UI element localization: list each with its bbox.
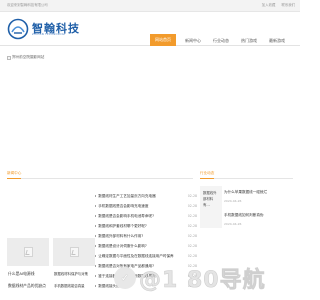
news-section-header: 新闻中心 — [7, 170, 193, 179]
watermark-text: @1 80导航 — [139, 268, 266, 294]
site-logo[interactable]: 智翰科技 ZHIHAN TECHNOLOGY — [7, 18, 97, 40]
bullet-icon — [95, 285, 97, 287]
site-header: 智翰科技 ZHIHAN TECHNOLOGY 网站首页 新闻中心 行业动态 热门… — [0, 12, 300, 46]
bullet-icon — [95, 235, 97, 237]
news-item-date: 02-28 — [187, 194, 197, 198]
banner-image[interactable]: 郑州前空院摄影网站 — [7, 55, 44, 60]
industry-item-title[interactable]: 手机数据线如何判断真伪 — [224, 213, 264, 218]
news-thumb-caption-2[interactable]: 数据线材产品的优缺点 — [8, 283, 46, 289]
industry-item-date: 2024-04-26 — [224, 199, 242, 203]
top-bar: 欢迎来到智翰科技有限公司 加入收藏 联系我们 — [0, 0, 300, 12]
bullet-icon — [95, 205, 97, 207]
news-list-item[interactable]: 数据线和护套线材哪个更好呢? 02-28 — [94, 221, 197, 231]
nav-home[interactable]: 网站首页 — [150, 34, 176, 46]
news-thumb-2[interactable] — [53, 238, 95, 266]
news-item-date: 02-28 — [187, 254, 197, 258]
news-item-title: 数据线是否会影响手机电池寿命呢? — [98, 213, 155, 218]
news-list-item[interactable]: 数据线外部材料有什么作用? 02-28 — [94, 231, 197, 241]
news-item-date: 02-28 — [187, 214, 197, 218]
bullet-icon — [95, 225, 97, 227]
logo-subtext: ZHIHAN TECHNOLOGY — [32, 33, 66, 36]
news-item-title: 数据线外部材料有什么作用? — [98, 233, 144, 238]
bullet-icon — [95, 245, 97, 247]
nav-hot-games[interactable]: 热门游戏 — [236, 24, 262, 57]
watermark-logo-icon: ✓ — [114, 267, 136, 289]
image-placeholder-icon — [23, 247, 33, 257]
news-item-title: 手机数据线是否会影响充电速度 — [98, 203, 149, 208]
news-item-date: 02-28 — [187, 224, 197, 228]
news-item-date: 02-28 — [187, 234, 197, 238]
news-item-title: 数据线和护套线材哪个更好呢? — [98, 223, 147, 228]
news-list-item[interactable]: 让确定数据与平面性及在数据线连接用户时保养 02-28 — [94, 251, 197, 261]
top-links: 加入收藏 联系我们 — [257, 2, 295, 7]
bullet-icon — [95, 265, 97, 267]
industry-item-title[interactable]: 为什么苹果数据线一碰就烂 — [224, 190, 267, 195]
news-thumb-caption-1[interactable]: 什么是AI电源线 — [8, 271, 35, 277]
news-item-title: 数据线材生产工艺加量页方向充电器 — [98, 193, 156, 198]
news-list-item[interactable]: 手机数据线是否会影响充电速度 02-28 — [94, 201, 197, 211]
nav-news[interactable]: 新闻中心 — [180, 24, 206, 57]
nav-industry[interactable]: 行业动态 — [208, 24, 234, 57]
bullet-icon — [95, 275, 97, 277]
nav-new-games[interactable]: 最新游戏 — [264, 24, 290, 57]
logo-mark-icon — [7, 18, 29, 40]
bullet-icon — [95, 255, 97, 257]
welcome-text: 欢迎来到智翰科技有限公司 — [7, 3, 48, 7]
industry-item-date: 2024-04-26 — [224, 222, 242, 226]
news-list-item[interactable]: 数据线是否会影响手机电池寿命呢? 02-28 — [94, 211, 197, 221]
news-item-date: 02-28 — [187, 204, 197, 208]
bullet-icon — [95, 195, 97, 197]
banner-alt-text: 郑州前空院摄影网站 — [12, 55, 45, 59]
broken-image-icon — [7, 55, 11, 60]
industry-section-title[interactable]: 行业动态 — [200, 171, 215, 179]
news-thumb-1[interactable] — [7, 238, 49, 266]
news-item-date: 02-28 — [187, 244, 197, 248]
industry-section-header: 行业动态 — [200, 170, 293, 179]
news-list-item[interactable]: 数据线材生产工艺加量页方向充电器 02-28 — [94, 191, 197, 201]
industry-feature-text[interactable]: 数据线外部材料有… — [203, 190, 217, 208]
news-item-title: 数据线是设计对伺服什么影响? — [98, 243, 147, 248]
news-section-title[interactable]: 新闻中心 — [7, 171, 22, 179]
news-small-item-1[interactable]: 数据线材料保护与对策 — [54, 271, 88, 276]
image-placeholder-icon — [69, 247, 79, 257]
news-list-item[interactable]: 数据线是设计对伺服什么影响? 02-28 — [94, 241, 197, 251]
contact-link[interactable]: 联系我们 — [281, 3, 295, 7]
news-small-item-2[interactable]: 手机数据线能否真量 — [54, 283, 85, 288]
watermark: ✓ @1 80导航 — [114, 262, 266, 294]
bullet-icon — [95, 215, 97, 217]
news-item-title: 让确定数据与平面性及在数据线连接用户时保养 — [98, 253, 174, 258]
bookmark-link[interactable]: 加入收藏 — [262, 3, 276, 7]
